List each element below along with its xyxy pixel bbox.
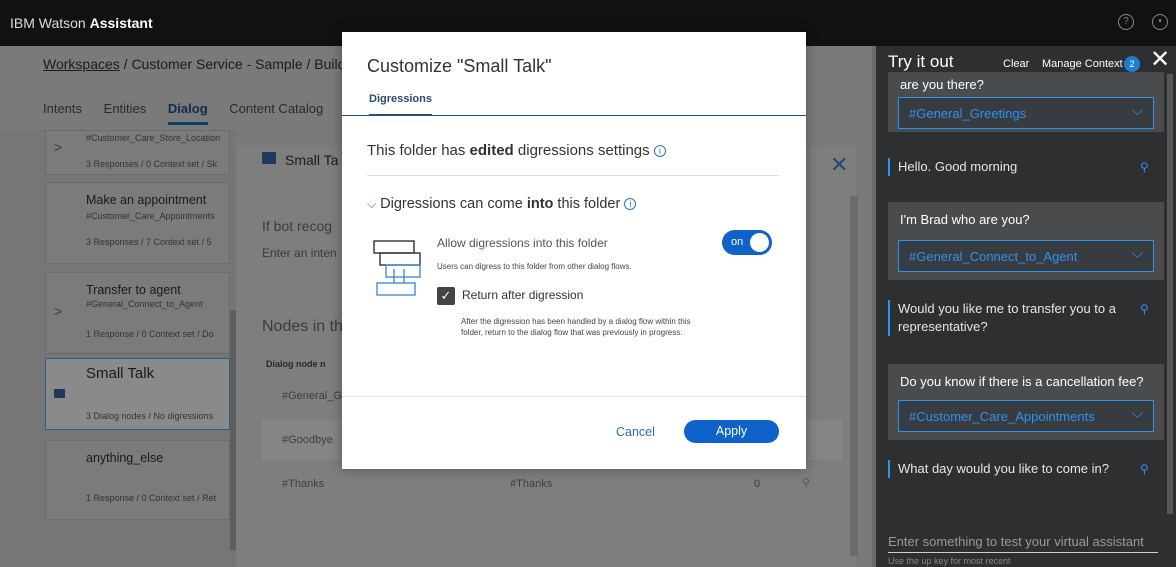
node-card[interactable]: Make an appointment #Customer_Care_Appoi…: [45, 182, 230, 264]
edited-settings-notice: This folder has edited digressions setti…: [367, 142, 666, 159]
user-message: I'm Brad who are you? #General_Connect_t…: [888, 202, 1164, 280]
dialog-tree: > #Customer_Care_Store_Location 3 Respon…: [0, 130, 236, 567]
user-icon[interactable]: •: [1152, 14, 1168, 30]
location-pin-icon: ⚲: [802, 477, 811, 489]
digression-flow-illustration-icon: [373, 240, 421, 296]
modal-title: Customize "Small Talk": [367, 56, 552, 76]
bot-message: Hello. Good morning: [888, 158, 1158, 176]
context-count-badge: 2: [1124, 56, 1140, 72]
bot-message: Would you like me to transfer you to a r…: [888, 300, 1128, 336]
intent-select[interactable]: #Customer_Care_Appointments ⌵: [898, 400, 1154, 432]
info-icon[interactable]: i: [624, 198, 637, 211]
help-icon[interactable]: ?: [1118, 14, 1134, 30]
column-header: Dialog node n: [266, 359, 326, 369]
table-row[interactable]: #Thanks #Thanks 0 ⚲: [262, 466, 842, 506]
allow-digressions-label: Allow digressions into this folder: [437, 236, 608, 250]
manage-context-button[interactable]: Manage Context: [1042, 58, 1123, 70]
allow-digressions-description: Users can digress to this folder from ot…: [437, 262, 632, 271]
cancel-button[interactable]: Cancel: [616, 425, 655, 439]
test-input[interactable]: Enter something to test your virtual ass…: [888, 534, 1158, 553]
try-it-out-panel: Try it out Clear Manage Context 2 ✕ are …: [876, 46, 1176, 567]
folder-icon: [262, 152, 276, 164]
node-card[interactable]: anything_else 1 Response / 0 Context set…: [45, 440, 230, 520]
app-brand: IBM Watson Assistant: [10, 15, 153, 31]
user-message: are you there? #General_Greetings ⌵: [888, 72, 1164, 132]
location-pin-icon[interactable]: ⚲: [1140, 160, 1149, 174]
tab-digressions[interactable]: Digressions: [369, 93, 432, 116]
input-hint: Use the up key for most recent: [888, 556, 1011, 566]
breadcrumb: Workspaces / Customer Service - Sample /…: [43, 56, 346, 72]
footer-divider: [342, 396, 806, 397]
bot-message: What day would you like to come in?: [888, 460, 1158, 478]
panel-title: Small Ta: [285, 152, 339, 168]
chevron-right-icon[interactable]: >: [54, 139, 62, 155]
tab-entities[interactable]: Entities: [104, 101, 147, 116]
close-icon[interactable]: ✕: [1150, 48, 1170, 72]
tab-content-catalog[interactable]: Content Catalog: [229, 101, 323, 116]
intent-select[interactable]: #General_Greetings ⌵: [898, 97, 1154, 129]
breadcrumb-workspaces-link[interactable]: Workspaces: [43, 56, 120, 72]
chevron-down-icon: ⌵: [1131, 245, 1143, 262]
clear-button[interactable]: Clear: [1003, 58, 1029, 70]
folder-icon: [54, 389, 65, 398]
return-after-digression-description: After the digression has been handled by…: [461, 317, 691, 337]
chevron-down-icon: ⌵: [1131, 405, 1143, 422]
panel-scrollbar[interactable]: [850, 196, 858, 556]
location-pin-icon[interactable]: ⚲: [1140, 462, 1149, 476]
close-icon[interactable]: ✕: [830, 152, 848, 178]
info-icon[interactable]: i: [653, 145, 666, 158]
chevron-down-icon: ⌵: [367, 197, 377, 211]
digressions-into-section-toggle[interactable]: ⌵ Digressions can come into this folder …: [367, 196, 637, 212]
node-card-selected[interactable]: Small Talk 3 Dialog nodes / No digressio…: [45, 358, 230, 430]
nodes-in-folder-heading: Nodes in th: [262, 318, 343, 335]
return-after-digression-checkbox[interactable]: ✓: [437, 287, 455, 305]
chevron-right-icon[interactable]: >: [54, 303, 62, 319]
chat-scrollbar[interactable]: [1167, 74, 1173, 514]
location-pin-icon[interactable]: ⚲: [1140, 302, 1149, 316]
chevron-down-icon: ⌵: [1131, 102, 1143, 119]
allow-digressions-toggle[interactable]: on: [722, 230, 772, 255]
if-bot-recognizes-label: If bot recog: [262, 218, 333, 234]
intent-select[interactable]: #General_Connect_to_Agent ⌵: [898, 240, 1154, 272]
intent-input[interactable]: Enter an inten: [262, 246, 337, 260]
tab-intents[interactable]: Intents: [43, 101, 82, 116]
tab-dialog[interactable]: Dialog: [167, 101, 208, 125]
return-after-digression-label: Return after digression: [462, 288, 584, 302]
try-it-out-title: Try it out: [888, 52, 954, 71]
tab-divider: [342, 115, 806, 116]
divider: [367, 175, 779, 176]
user-message: Do you know if there is a cancellation f…: [888, 364, 1164, 440]
node-card[interactable]: > Transfer to agent #General_Connect_to_…: [45, 272, 230, 354]
build-tabs: Intents Entities Dialog Content Catalog: [43, 101, 341, 125]
customize-modal: Customize "Small Talk" Digressions This …: [342, 32, 806, 469]
node-card[interactable]: > #Customer_Care_Store_Location 3 Respon…: [45, 130, 230, 175]
apply-button[interactable]: Apply: [684, 420, 779, 443]
